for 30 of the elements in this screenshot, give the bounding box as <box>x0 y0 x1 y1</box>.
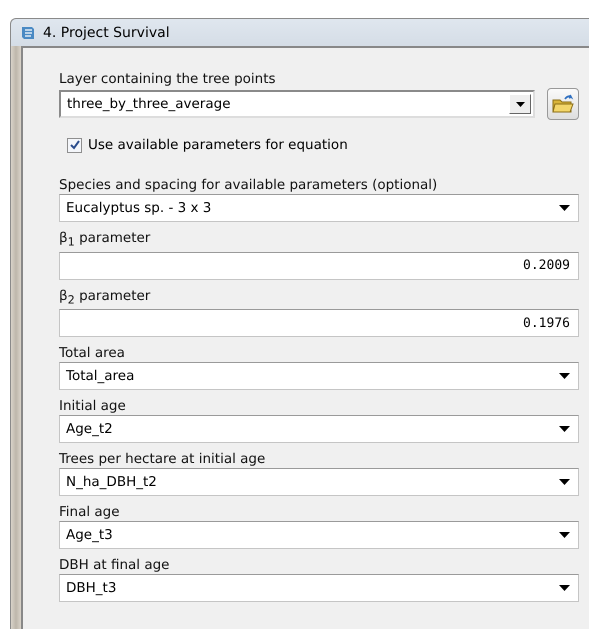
dropdown-field[interactable]: DBH_t3 <box>59 574 579 602</box>
field-label: Layer containing the tree points <box>59 70 276 88</box>
field-label: DBH at final age <box>59 556 170 574</box>
dropdown-field[interactable]: Age_t3 <box>59 521 579 550</box>
field-label: Species and spacing for available parameters (optional) <box>59 176 438 194</box>
dropdown-field[interactable]: Eucalyptus sp. - 3 x 3 <box>59 194 579 222</box>
field-label: β$_{2}$ parameter <box>59 286 150 308</box>
layer-dropdown[interactable]: three_by_three_average <box>59 90 535 118</box>
field-label: Trees per hectare at initial age <box>59 450 266 468</box>
dropdown-arrow-icon[interactable] <box>516 102 524 106</box>
field-label: β$_{1}$ parameter <box>59 229 150 251</box>
dropdown-arrow-icon[interactable] <box>559 479 570 486</box>
number-field[interactable]: 0.1976 <box>59 309 579 338</box>
folder-icon <box>552 94 574 114</box>
open-folder-button[interactable] <box>547 88 579 120</box>
dropdown-field[interactable]: Age_t2 <box>59 415 579 444</box>
checkbox-label: Use available parameters for equation <box>88 137 348 153</box>
dropdown-arrow-icon[interactable] <box>559 373 570 380</box>
dropdown-field[interactable]: N_ha_DBH_t2 <box>59 468 579 496</box>
field-label: Final age <box>59 503 120 522</box>
field-label: Total area <box>59 344 125 362</box>
dropdown-arrow-icon[interactable] <box>559 205 570 211</box>
dropdown-arrow-icon[interactable] <box>559 585 570 592</box>
field-label: Initial age <box>59 397 126 416</box>
dropdown-arrow-icon[interactable] <box>559 426 570 432</box>
dropdown-arrow-icon[interactable] <box>559 532 570 538</box>
checkbox[interactable] <box>67 138 82 152</box>
dropdown-field[interactable]: Total_area <box>59 362 579 390</box>
number-field[interactable]: 0.2009 <box>59 252 579 280</box>
window-title: 4. Project Survival <box>43 24 170 40</box>
